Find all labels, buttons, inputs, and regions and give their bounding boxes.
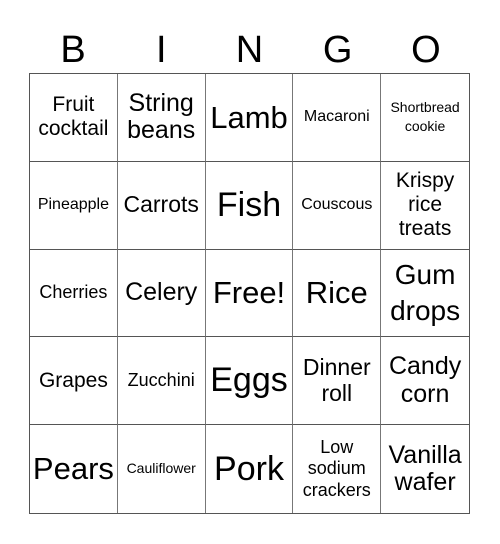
- bingo-cell[interactable]: Lamb: [205, 74, 294, 162]
- bingo-cell[interactable]: Pineapple: [30, 161, 118, 250]
- bingo-cell[interactable]: Carrots: [117, 161, 206, 250]
- bingo-header: B I N G O: [29, 28, 470, 73]
- bingo-cell[interactable]: Macaroni: [293, 74, 382, 162]
- header-letter-n: N: [235, 29, 264, 71]
- bingo-cell[interactable]: Celery: [117, 249, 206, 338]
- bingo-cell[interactable]: Grapes: [30, 337, 118, 426]
- bingo-cell[interactable]: Cherries: [30, 249, 118, 338]
- header-letter-g: G: [322, 29, 353, 71]
- header-letter-b: B: [60, 29, 86, 71]
- bingo-cell[interactable]: Pork: [206, 425, 294, 513]
- bingo-cell[interactable]: Fish: [205, 161, 294, 250]
- free-space[interactable]: Free!: [205, 249, 294, 338]
- bingo-cell[interactable]: Low sodium crackers: [293, 425, 382, 513]
- bingo-cell[interactable]: Dinner roll: [293, 337, 382, 426]
- bingo-cell[interactable]: Krispy rice treats: [381, 162, 469, 250]
- bingo-cell[interactable]: Vanilla wafer: [381, 425, 469, 513]
- bingo-cell[interactable]: Fruit cocktail: [30, 74, 118, 162]
- bingo-cell[interactable]: String beans: [117, 74, 206, 162]
- header-letter-i: I: [156, 29, 167, 71]
- bingo-cell[interactable]: Eggs: [205, 337, 294, 426]
- bingo-cell[interactable]: Candy corn: [381, 337, 469, 426]
- bingo-cell[interactable]: Couscous: [293, 161, 382, 250]
- bingo-grid: Fruit cocktail String beans Lamb Macaron…: [29, 73, 470, 514]
- header-letter-o: O: [411, 29, 441, 71]
- bingo-cell[interactable]: Gum drops: [381, 250, 469, 338]
- bingo-cell[interactable]: Pears: [30, 425, 118, 513]
- bingo-cell[interactable]: Zucchini: [117, 337, 206, 426]
- bingo-cell[interactable]: Cauliflower: [118, 425, 206, 513]
- bingo-cell[interactable]: Shortbread cookie: [381, 74, 469, 162]
- bingo-cell[interactable]: Rice: [293, 249, 382, 338]
